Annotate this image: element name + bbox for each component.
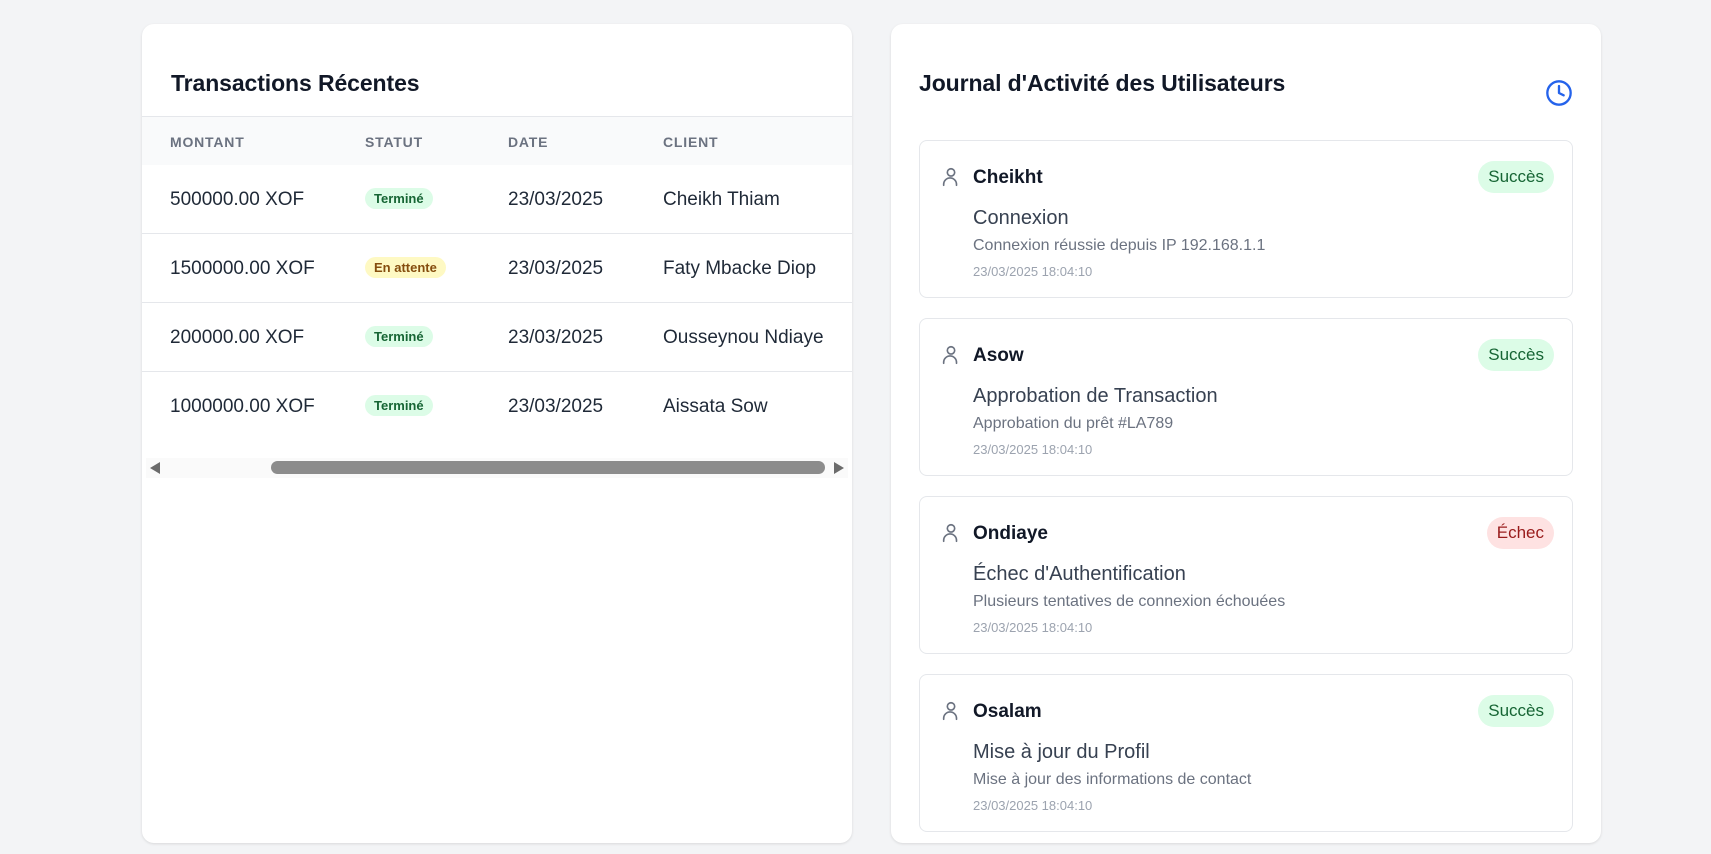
scrollbar-thumb[interactable] <box>271 461 825 474</box>
activity-user: Ondiaye <box>973 523 1048 544</box>
transactions-card: Transactions Récentes MONTANT STATUT DAT… <box>142 24 852 843</box>
activity-action: Mise à jour du Profil <box>973 741 1150 763</box>
cell-amount: 500000.00 XOF <box>170 189 305 210</box>
column-header-amount[interactable]: MONTANT <box>170 134 245 150</box>
status-badge: Terminé <box>365 188 433 209</box>
cell-date: 23/03/2025 <box>508 396 604 417</box>
dashboard-page: Transactions Récentes MONTANT STATUT DAT… <box>0 0 1711 854</box>
cell-client: Faty Mbacke Diop <box>663 258 817 279</box>
activity-detail: Mise à jour des informations de contact <box>973 771 1252 788</box>
cell-date: 23/03/2025 <box>508 327 604 348</box>
user-icon <box>942 345 958 365</box>
activity-user: Cheikht <box>973 167 1043 188</box>
transactions-title: Transactions Récentes <box>171 70 420 96</box>
column-header-date[interactable]: DATE <box>508 134 548 150</box>
activity-user: Osalam <box>973 701 1042 722</box>
activity-timestamp: 23/03/2025 18:04:10 <box>973 264 1093 279</box>
activity-detail: Approbation du prêt #LA789 <box>973 415 1174 432</box>
table-row[interactable]: 1500000.00 XOF En attente 23/03/2025 Fat… <box>142 234 852 303</box>
activity-entry[interactable]: Ondiaye Échec Échec d'Authentification P… <box>919 496 1573 654</box>
activity-action: Connexion <box>973 207 1069 229</box>
activity-timestamp: 23/03/2025 18:04:10 <box>973 442 1093 457</box>
activity-entry[interactable]: Asow Succès Approbation de Transaction A… <box>919 318 1573 476</box>
activity-detail: Connexion réussie depuis IP 192.168.1.1 <box>973 237 1266 254</box>
table-header: MONTANT STATUT DATE CLIENT <box>142 116 852 165</box>
activity-status-badge: Succès <box>1478 161 1554 193</box>
column-header-status[interactable]: STATUT <box>365 134 423 150</box>
user-icon <box>942 701 958 721</box>
cell-amount: 1500000.00 XOF <box>170 258 315 279</box>
activity-list: Cheikht Succès Connexion Connexion réuss… <box>919 140 1573 843</box>
scroll-left-arrow-icon[interactable] <box>150 462 160 474</box>
cell-client: Aissata Sow <box>663 396 768 417</box>
activity-status-badge: Succès <box>1478 339 1554 371</box>
cell-date: 23/03/2025 <box>508 258 604 279</box>
cell-date: 23/03/2025 <box>508 189 604 210</box>
user-icon <box>942 523 958 543</box>
activity-entry[interactable]: Cheikht Succès Connexion Connexion réuss… <box>919 140 1573 298</box>
transactions-table: MONTANT STATUT DATE CLIENT 500000.00 XOF… <box>142 116 852 478</box>
cell-amount: 200000.00 XOF <box>170 327 305 348</box>
activity-status-badge: Succès <box>1478 695 1554 727</box>
activity-status-badge: Échec <box>1486 517 1554 549</box>
cell-client: Ousseynou Ndiaye <box>663 327 824 348</box>
activity-card: Journal d'Activité des Utilisateurs Chei… <box>891 24 1601 843</box>
clock-icon[interactable] <box>1545 79 1573 107</box>
table-row[interactable]: 200000.00 XOF Terminé 23/03/2025 Ousseyn… <box>142 303 852 372</box>
activity-detail: Plusieurs tentatives de connexion échoué… <box>973 593 1286 610</box>
table-row[interactable]: 1000000.00 XOF Terminé 23/03/2025 Aissat… <box>142 372 852 440</box>
scroll-right-arrow-icon[interactable] <box>834 462 844 474</box>
activity-timestamp: 23/03/2025 18:04:10 <box>973 620 1093 635</box>
cell-amount: 1000000.00 XOF <box>170 396 315 417</box>
status-badge: En attente <box>365 257 446 278</box>
cell-client: Cheikh Thiam <box>663 189 780 210</box>
status-badge: Terminé <box>365 395 433 416</box>
horizontal-scrollbar[interactable] <box>146 458 848 478</box>
status-badge: Terminé <box>365 326 433 347</box>
table-row[interactable]: 500000.00 XOF Terminé 23/03/2025 Cheikh … <box>142 165 852 234</box>
activity-action: Échec d'Authentification <box>973 563 1186 585</box>
activity-title: Journal d'Activité des Utilisateurs <box>919 70 1286 96</box>
activity-user: Asow <box>973 345 1024 366</box>
activity-action: Approbation de Transaction <box>973 385 1218 407</box>
user-icon <box>942 167 958 187</box>
activity-timestamp: 23/03/2025 18:04:10 <box>973 798 1093 813</box>
column-header-client[interactable]: CLIENT <box>663 134 718 150</box>
activity-entry[interactable]: Osalam Succès Mise à jour du Profil Mise… <box>919 674 1573 832</box>
